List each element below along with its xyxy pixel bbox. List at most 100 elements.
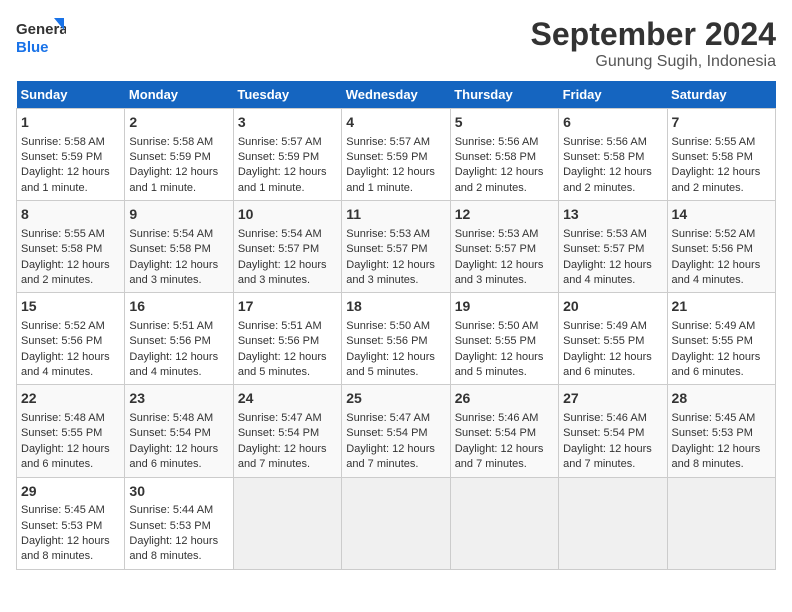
day-info: Sunrise: 5:49 AM Sunset: 5:55 PM Dayligh…: [672, 320, 764, 378]
day-info: Sunrise: 5:50 AM Sunset: 5:55 PM Dayligh…: [455, 320, 547, 378]
calendar-cell: 24 Sunrise: 5:47 AM Sunset: 5:54 PM Dayli…: [233, 385, 341, 477]
calendar-cell: 29Sunrise: 5:45 AM Sunset: 5:53 PM Dayli…: [17, 477, 125, 569]
calendar-week-row: 29Sunrise: 5:45 AM Sunset: 5:53 PM Dayli…: [17, 477, 776, 569]
day-info: Sunrise: 5:48 AM Sunset: 5:54 PM Dayligh…: [129, 412, 221, 470]
day-header-sunday: Sunday: [17, 81, 125, 109]
calendar-cell: 22Sunrise: 5:48 AM Sunset: 5:55 PM Dayli…: [17, 385, 125, 477]
day-number: 7: [672, 113, 771, 133]
day-info: Sunrise: 5:57 AM Sunset: 5:59 PM Dayligh…: [238, 136, 330, 194]
title-block: September 2024 Gunung Sugih, Indonesia: [531, 16, 776, 71]
calendar-cell: 6Sunrise: 5:56 AM Sunset: 5:58 PM Daylig…: [559, 109, 667, 201]
day-number: 11: [346, 205, 445, 225]
calendar-cell: 25Sunrise: 5:47 AM Sunset: 5:54 PM Dayli…: [342, 385, 450, 477]
day-number: 12: [455, 205, 554, 225]
calendar-cell: 27 Sunrise: 5:46 AM Sunset: 5:54 PM Dayli…: [559, 385, 667, 477]
calendar-cell: 20Sunrise: 5:49 AM Sunset: 5:55 PM Dayli…: [559, 293, 667, 385]
day-info: Sunrise: 5:46 AM Sunset: 5:54 PM Dayligh…: [563, 412, 655, 470]
calendar-week-row: 22Sunrise: 5:48 AM Sunset: 5:55 PM Dayli…: [17, 385, 776, 477]
day-number: 25: [346, 389, 445, 409]
calendar-cell: 2Sunrise: 5:58 AM Sunset: 5:59 PM Daylig…: [125, 109, 233, 201]
calendar-cell: [233, 477, 341, 569]
day-info: Sunrise: 5:44 AM Sunset: 5:53 PM Dayligh…: [129, 504, 221, 562]
calendar-cell: 19Sunrise: 5:50 AM Sunset: 5:55 PM Dayli…: [450, 293, 558, 385]
day-info: Sunrise: 5:54 AM Sunset: 5:58 PM Dayligh…: [129, 228, 221, 286]
day-info: Sunrise: 5:46 AM Sunset: 5:54 PM Dayligh…: [455, 412, 547, 470]
day-number: 5: [455, 113, 554, 133]
calendar-week-row: 1 Sunrise: 5:58 AM Sunset: 5:59 PM Daylig…: [17, 109, 776, 201]
day-number: 26: [455, 389, 554, 409]
day-number: 22: [21, 389, 120, 409]
day-number: 24: [238, 389, 337, 409]
day-number: 28: [672, 389, 771, 409]
calendar-cell: 23 Sunrise: 5:48 AM Sunset: 5:54 PM Dayli…: [125, 385, 233, 477]
day-number: 8: [21, 205, 120, 225]
day-info: Sunrise: 5:47 AM Sunset: 5:54 PM Dayligh…: [238, 412, 330, 470]
calendar-cell: 26 Sunrise: 5:46 AM Sunset: 5:54 PM Dayli…: [450, 385, 558, 477]
calendar-cell: 8 Sunrise: 5:55 AM Sunset: 5:58 PM Daylig…: [17, 201, 125, 293]
calendar-cell: 5 Sunrise: 5:56 AM Sunset: 5:58 PM Daylig…: [450, 109, 558, 201]
day-info: Sunrise: 5:53 AM Sunset: 5:57 PM Dayligh…: [455, 228, 547, 286]
day-info: Sunrise: 5:56 AM Sunset: 5:58 PM Dayligh…: [455, 136, 547, 194]
day-info: Sunrise: 5:53 AM Sunset: 5:57 PM Dayligh…: [563, 228, 655, 286]
day-number: 18: [346, 297, 445, 317]
logo-svg: General Blue: [16, 16, 66, 61]
day-info: Sunrise: 5:58 AM Sunset: 5:59 PM Dayligh…: [21, 136, 113, 194]
calendar-cell: 30Sunrise: 5:44 AM Sunset: 5:53 PM Dayli…: [125, 477, 233, 569]
calendar-table: SundayMondayTuesdayWednesdayThursdayFrid…: [16, 81, 776, 570]
logo: General Blue: [16, 16, 66, 61]
calendar-cell: 17 Sunrise: 5:51 AM Sunset: 5:56 PM Dayli…: [233, 293, 341, 385]
day-number: 6: [563, 113, 662, 133]
calendar-week-row: 15 Sunrise: 5:52 AM Sunset: 5:56 PM Dayli…: [17, 293, 776, 385]
day-info: Sunrise: 5:51 AM Sunset: 5:56 PM Dayligh…: [238, 320, 330, 378]
calendar-cell: 13Sunrise: 5:53 AM Sunset: 5:57 PM Dayli…: [559, 201, 667, 293]
calendar-cell: 11 Sunrise: 5:53 AM Sunset: 5:57 PM Dayli…: [342, 201, 450, 293]
day-header-friday: Friday: [559, 81, 667, 109]
calendar-cell: 14 Sunrise: 5:52 AM Sunset: 5:56 PM Dayli…: [667, 201, 775, 293]
calendar-cell: [450, 477, 558, 569]
calendar-cell: 21 Sunrise: 5:49 AM Sunset: 5:55 PM Dayli…: [667, 293, 775, 385]
calendar-cell: [667, 477, 775, 569]
day-number: 10: [238, 205, 337, 225]
day-info: Sunrise: 5:45 AM Sunset: 5:53 PM Dayligh…: [672, 412, 764, 470]
day-info: Sunrise: 5:57 AM Sunset: 5:59 PM Dayligh…: [346, 136, 438, 194]
calendar-cell: 4Sunrise: 5:57 AM Sunset: 5:59 PM Daylig…: [342, 109, 450, 201]
calendar-title: September 2024: [531, 16, 776, 53]
day-info: Sunrise: 5:52 AM Sunset: 5:56 PM Dayligh…: [672, 228, 764, 286]
svg-text:Blue: Blue: [16, 39, 49, 56]
day-info: Sunrise: 5:53 AM Sunset: 5:57 PM Dayligh…: [346, 228, 438, 286]
day-info: Sunrise: 5:45 AM Sunset: 5:53 PM Dayligh…: [21, 504, 113, 562]
day-header-saturday: Saturday: [667, 81, 775, 109]
page-header: General Blue September 2024 Gunung Sugih…: [16, 16, 776, 71]
day-number: 27: [563, 389, 662, 409]
calendar-cell: 18Sunrise: 5:50 AM Sunset: 5:56 PM Dayli…: [342, 293, 450, 385]
day-number: 14: [672, 205, 771, 225]
calendar-cell: 3 Sunrise: 5:57 AM Sunset: 5:59 PM Daylig…: [233, 109, 341, 201]
calendar-cell: 10 Sunrise: 5:54 AM Sunset: 5:57 PM Dayli…: [233, 201, 341, 293]
calendar-cell: [559, 477, 667, 569]
day-number: 9: [129, 205, 228, 225]
calendar-cell: 9 Sunrise: 5:54 AM Sunset: 5:58 PM Daylig…: [125, 201, 233, 293]
day-number: 16: [129, 297, 228, 317]
day-header-monday: Monday: [125, 81, 233, 109]
day-number: 17: [238, 297, 337, 317]
svg-text:General: General: [16, 21, 66, 38]
day-info: Sunrise: 5:51 AM Sunset: 5:56 PM Dayligh…: [129, 320, 221, 378]
calendar-cell: 28 Sunrise: 5:45 AM Sunset: 5:53 PM Dayli…: [667, 385, 775, 477]
day-info: Sunrise: 5:54 AM Sunset: 5:57 PM Dayligh…: [238, 228, 330, 286]
calendar-header-row: SundayMondayTuesdayWednesdayThursdayFrid…: [17, 81, 776, 109]
calendar-cell: 7Sunrise: 5:55 AM Sunset: 5:58 PM Daylig…: [667, 109, 775, 201]
day-header-tuesday: Tuesday: [233, 81, 341, 109]
day-info: Sunrise: 5:55 AM Sunset: 5:58 PM Dayligh…: [21, 228, 113, 286]
day-number: 15: [21, 297, 120, 317]
day-header-wednesday: Wednesday: [342, 81, 450, 109]
day-number: 3: [238, 113, 337, 133]
calendar-cell: 16 Sunrise: 5:51 AM Sunset: 5:56 PM Dayli…: [125, 293, 233, 385]
day-info: Sunrise: 5:52 AM Sunset: 5:56 PM Dayligh…: [21, 320, 113, 378]
day-number: 1: [21, 113, 120, 133]
day-number: 21: [672, 297, 771, 317]
day-info: Sunrise: 5:58 AM Sunset: 5:59 PM Dayligh…: [129, 136, 221, 194]
day-number: 30: [129, 482, 228, 502]
calendar-cell: 12 Sunrise: 5:53 AM Sunset: 5:57 PM Dayli…: [450, 201, 558, 293]
day-number: 23: [129, 389, 228, 409]
calendar-body: 1 Sunrise: 5:58 AM Sunset: 5:59 PM Daylig…: [17, 109, 776, 570]
